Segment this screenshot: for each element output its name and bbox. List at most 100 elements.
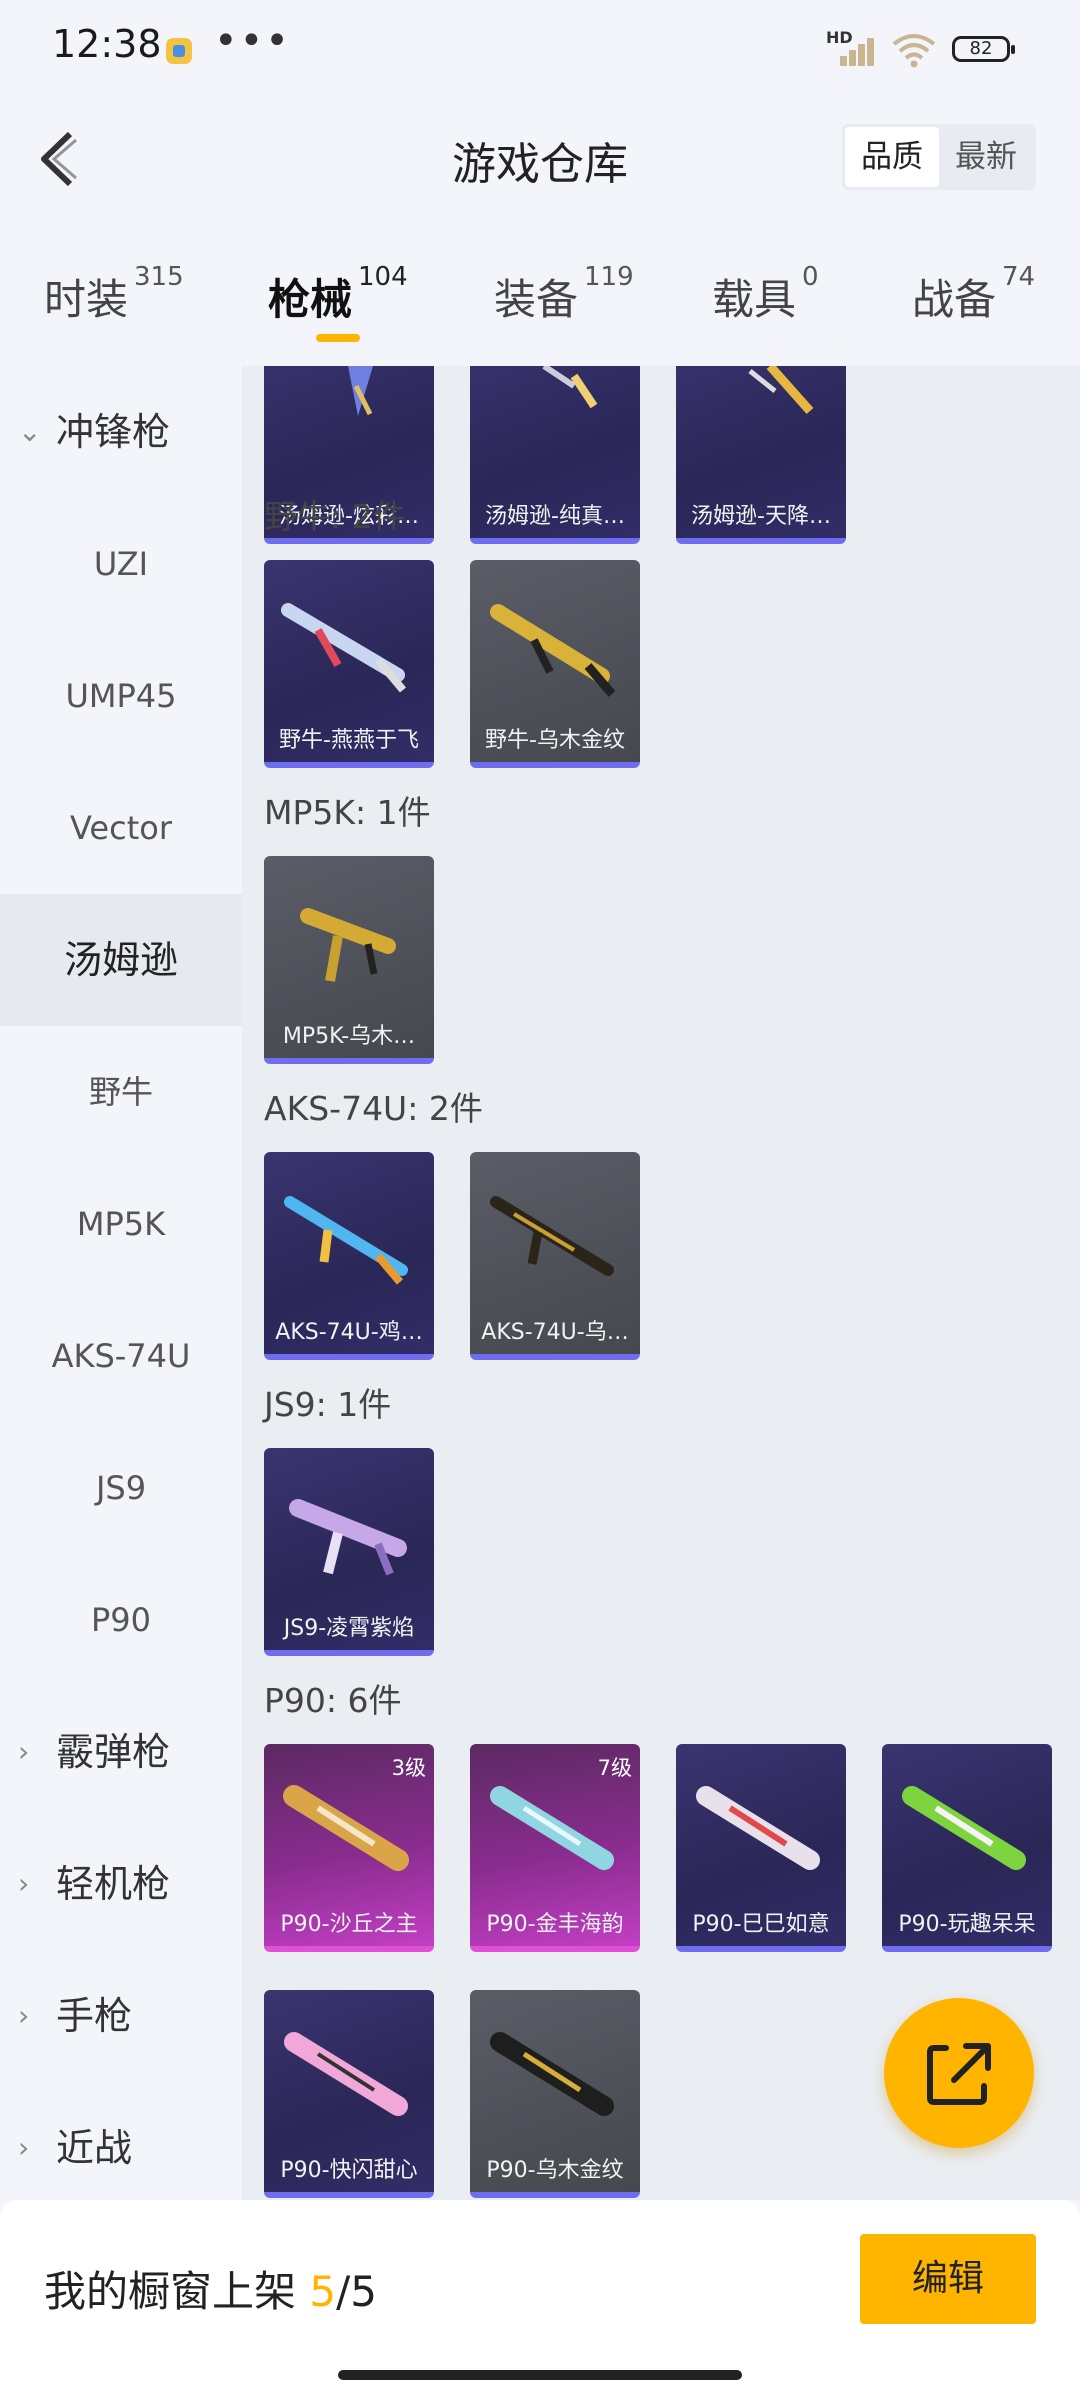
sidebar-category-label: 轻机枪 bbox=[56, 1862, 171, 1906]
weapon-card[interactable]: 野牛-燕燕于飞 bbox=[264, 560, 434, 768]
sort-newest-button[interactable]: 最新 bbox=[939, 127, 1033, 187]
sort-toggle: 品质 最新 bbox=[842, 124, 1036, 190]
sidebar-item-ump45[interactable]: UMP45 bbox=[0, 630, 242, 762]
tab-label: 战备 bbox=[912, 275, 997, 324]
tab-count: 315 bbox=[134, 262, 184, 292]
gun-skin-icon bbox=[490, 604, 616, 697]
sort-quality-button[interactable]: 品质 bbox=[845, 127, 939, 187]
weapon-card-label: P90-玩趣呆呆 bbox=[898, 1912, 1036, 1937]
weapon-card-label: P90-巳巳如意 bbox=[692, 1912, 830, 1937]
weapon-card[interactable]: AKS-74U-乌… bbox=[470, 1152, 640, 1360]
weapon-grid: 汤姆逊-炫彩… 汤姆逊-纯真… 汤姆逊-天降… 野牛: 2件 野牛-燕燕于飞 野… bbox=[242, 366, 1080, 2200]
edit-button[interactable]: 编辑 bbox=[860, 2234, 1036, 2324]
sidebar-item-thompson[interactable]: 汤姆逊 bbox=[0, 894, 242, 1026]
tab-label: 装备 bbox=[494, 275, 579, 324]
weapon-card[interactable]: JS9-凌霄紫焰 bbox=[264, 1448, 434, 1656]
weapon-sidebar: ⌄ 冲锋枪 UZI UMP45 Vector 汤姆逊 野牛 MP5K AKS-74… bbox=[0, 366, 242, 2200]
weapon-card[interactable]: 3级 P90-沙丘之主 bbox=[264, 1744, 434, 1952]
sidebar-category-pistol[interactable]: › 手枪 bbox=[0, 1950, 242, 2082]
tab-equipment[interactable]: 装备 119 bbox=[494, 262, 634, 327]
weapon-card[interactable]: P90-乌木金纹 bbox=[470, 1990, 640, 2198]
share-button[interactable] bbox=[884, 1998, 1034, 2148]
sidebar-category-melee[interactable]: › 近战 bbox=[0, 2082, 242, 2200]
more-notifications-icon: ••• bbox=[214, 18, 291, 64]
tab-count: 0 bbox=[802, 262, 819, 292]
sidebar-item-vector[interactable]: Vector bbox=[0, 762, 242, 894]
weapon-card-label: JS9-凌霄紫焰 bbox=[283, 1616, 415, 1641]
weapon-card-label: AKS-74U-鸡… bbox=[275, 1320, 423, 1345]
active-tab-indicator bbox=[316, 334, 360, 342]
weapon-card-label: 汤姆逊-天降… bbox=[691, 504, 831, 529]
status-time: 12:38 bbox=[52, 22, 162, 66]
chevron-right-icon: › bbox=[18, 2131, 30, 2164]
sidebar-category-label: 冲锋枪 bbox=[56, 410, 171, 454]
weapon-card-label: 野牛-燕燕于飞 bbox=[279, 728, 419, 753]
sidebar-item-p90[interactable]: P90 bbox=[0, 1554, 242, 1686]
weapon-card[interactable]: P90-快闪甜心 bbox=[264, 1990, 434, 2198]
sidebar-item-uzi[interactable]: UZI bbox=[0, 498, 242, 630]
showcase-label: 我的橱窗上架 bbox=[44, 2267, 310, 2316]
sidebar-category-shotgun[interactable]: › 霰弹枪 bbox=[0, 1686, 242, 1818]
group-title: P90: 6件 bbox=[264, 1681, 402, 1720]
group-title: JS9: 1件 bbox=[264, 1385, 392, 1424]
gun-skin-icon bbox=[289, 1499, 407, 1576]
tab-label: 时装 bbox=[44, 275, 129, 324]
group-title: MP5K: 1件 bbox=[264, 793, 431, 832]
gun-skin-icon bbox=[281, 603, 407, 693]
app-header: 游戏仓库 品质 最新 bbox=[0, 96, 1080, 220]
sidebar-item-js9[interactable]: JS9 bbox=[0, 1422, 242, 1554]
gun-skin-icon bbox=[902, 1786, 1026, 1870]
tab-count: 119 bbox=[584, 262, 634, 292]
sidebar-category-label: 手枪 bbox=[56, 1994, 133, 2038]
tab-count: 104 bbox=[358, 262, 408, 292]
weapon-card-label: AKS-74U-乌… bbox=[481, 1320, 629, 1345]
home-indicator[interactable] bbox=[338, 2370, 742, 2380]
weapon-card[interactable]: AKS-74U-鸡… bbox=[264, 1152, 434, 1360]
tab-battle-gear[interactable]: 战备 74 bbox=[912, 262, 1035, 327]
weapon-card[interactable]: 7级 P90-金丰海韵 bbox=[470, 1744, 640, 1952]
gun-skin-icon bbox=[348, 366, 373, 416]
chevron-right-icon: › bbox=[18, 1735, 30, 1768]
sidebar-category-label: 霰弹枪 bbox=[56, 1730, 171, 1774]
group-title: AKS-74U: 2件 bbox=[264, 1089, 483, 1128]
sidebar-item-aks74u[interactable]: AKS-74U bbox=[0, 1290, 242, 1422]
tab-vehicles[interactable]: 载具 0 bbox=[712, 262, 819, 327]
showcase-footer: 我的橱窗上架 5/5 编辑 bbox=[0, 2200, 1080, 2400]
weapon-card-label: P90-金丰海韵 bbox=[486, 1912, 624, 1937]
gun-skin-icon bbox=[284, 1196, 408, 1285]
group-title: 野牛: 2件 bbox=[264, 497, 406, 536]
share-icon bbox=[927, 2043, 991, 2105]
weapon-card[interactable]: 野牛-乌木金纹 bbox=[470, 560, 640, 768]
signal-icon bbox=[832, 36, 874, 66]
weapon-card-label: P90-沙丘之主 bbox=[280, 1912, 418, 1937]
weapon-card[interactable]: 汤姆逊-纯真… bbox=[470, 366, 640, 544]
weapon-card-label: 汤姆逊-纯真… bbox=[485, 504, 625, 529]
tab-guns[interactable]: 枪械 104 bbox=[268, 262, 408, 327]
gun-skin-icon bbox=[542, 366, 598, 409]
gun-skin-icon bbox=[284, 2032, 408, 2116]
sidebar-category-label: 近战 bbox=[56, 2126, 133, 2170]
tab-fashion[interactable]: 时装 315 bbox=[44, 262, 184, 327]
showcase-status: 我的橱窗上架 5/5 bbox=[44, 2258, 377, 2319]
sidebar-category-smg[interactable]: ⌄ 冲锋枪 bbox=[0, 366, 242, 498]
weapon-card-label: 野牛-乌木金纹 bbox=[485, 728, 625, 753]
weapon-card[interactable]: P90-玩趣呆呆 bbox=[882, 1744, 1052, 1952]
sidebar-item-bizon[interactable]: 野牛 bbox=[0, 1026, 242, 1158]
gun-skin-icon bbox=[490, 2032, 614, 2116]
weapon-card[interactable]: 汤姆逊-天降… bbox=[676, 366, 846, 544]
weapon-card-label: MP5K-乌木… bbox=[282, 1024, 416, 1049]
sidebar-category-lmg[interactable]: › 轻机枪 bbox=[0, 1818, 242, 1950]
tab-label: 枪械 bbox=[268, 275, 353, 324]
gun-skin-icon bbox=[300, 908, 396, 982]
tab-count: 74 bbox=[1002, 262, 1036, 292]
chevron-right-icon: › bbox=[18, 1999, 30, 2032]
gun-skin-icon bbox=[490, 1196, 614, 1276]
battery-indicator: 82 bbox=[952, 36, 1015, 62]
weapon-card[interactable]: MP5K-乌木… bbox=[264, 856, 434, 1064]
weapon-card-label: P90-乌木金纹 bbox=[486, 2158, 624, 2183]
chevron-down-icon: ⌄ bbox=[18, 415, 42, 448]
weapon-card[interactable]: P90-巳巳如意 bbox=[676, 1744, 846, 1952]
category-tabs: 时装 315 枪械 104 装备 119 载具 0 战备 74 bbox=[0, 250, 1080, 360]
weapon-card-label: P90-快闪甜心 bbox=[280, 2158, 418, 2183]
sidebar-item-mp5k[interactable]: MP5K bbox=[0, 1158, 242, 1290]
